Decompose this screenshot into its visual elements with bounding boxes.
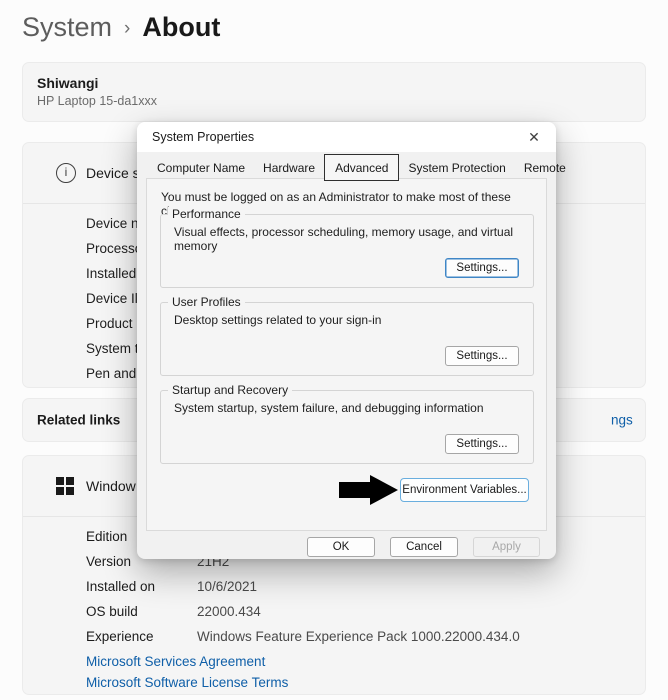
spec-row-product-id: Product — [86, 311, 142, 336]
breadcrumb-separator-icon: › — [124, 18, 130, 40]
system-properties-dialog: System Properties ✕ Computer Name Hardwa… — [137, 122, 556, 559]
experience-label: Experience — [86, 629, 197, 644]
dialog-tab-strip: Computer Name Hardware Advanced System P… — [148, 157, 575, 179]
performance-group: Performance Visual effects, processor sc… — [160, 214, 534, 288]
dialog-title: System Properties — [152, 122, 254, 152]
row-experience: Experience Windows Feature Experience Pa… — [86, 624, 626, 649]
windows-logo-icon — [56, 477, 74, 495]
info-icon: i — [56, 163, 76, 183]
related-settings-link[interactable]: ngs — [611, 413, 633, 428]
startup-recovery-settings-button[interactable]: Settings... — [445, 434, 519, 454]
breadcrumb: System › About — [22, 12, 220, 43]
device-specifications-title: Device s — [86, 165, 140, 181]
user-profiles-description: Desktop settings related to your sign-in — [174, 313, 381, 327]
user-profiles-legend: User Profiles — [168, 295, 245, 309]
device-model: HP Laptop 15-da1xxx — [37, 94, 157, 108]
user-profiles-group: User Profiles Desktop settings related t… — [160, 302, 534, 376]
cancel-button[interactable]: Cancel — [390, 537, 458, 557]
services-agreement-link[interactable]: Microsoft Services Agreement — [86, 651, 288, 672]
close-icon[interactable]: ✕ — [521, 124, 547, 150]
installed-on-label: Installed on — [86, 579, 197, 594]
startup-recovery-description: System startup, system failure, and debu… — [174, 401, 484, 415]
annotation-arrow-head-icon — [370, 475, 398, 505]
annotation-arrow-icon — [339, 482, 370, 498]
performance-settings-button[interactable]: Settings... — [445, 258, 519, 278]
breadcrumb-system[interactable]: System — [22, 12, 112, 43]
page-title: About — [142, 12, 220, 43]
installed-on-value: 10/6/2021 — [197, 579, 257, 594]
tab-remote[interactable]: Remote — [515, 156, 575, 179]
ok-button[interactable]: OK — [307, 537, 375, 557]
tab-hardware[interactable]: Hardware — [254, 156, 324, 179]
os-build-value: 22000.434 — [197, 604, 261, 619]
spec-row-system-type: System t — [86, 336, 142, 361]
spec-row-installed-ram: Installed — [86, 261, 142, 286]
row-os-build: OS build 22000.434 — [86, 599, 626, 624]
apply-button[interactable]: Apply — [473, 537, 540, 557]
device-name: Shiwangi — [37, 75, 98, 91]
experience-value: Windows Feature Experience Pack 1000.220… — [197, 629, 520, 644]
os-build-label: OS build — [86, 604, 197, 619]
related-links-label: Related links — [37, 413, 120, 428]
windows-links: Microsoft Services Agreement Microsoft S… — [86, 651, 288, 693]
row-installed-on: Installed on 10/6/2021 — [86, 574, 626, 599]
dialog-titlebar: System Properties ✕ — [137, 122, 556, 152]
environment-variables-button[interactable]: Environment Variables... — [400, 478, 529, 502]
license-terms-link[interactable]: Microsoft Software License Terms — [86, 672, 288, 693]
dialog-footer: OK Cancel Apply — [137, 537, 556, 559]
tab-computer-name[interactable]: Computer Name — [148, 156, 254, 179]
tab-system-protection[interactable]: System Protection — [399, 156, 514, 179]
performance-legend: Performance — [168, 207, 245, 221]
spec-row-pen-touch: Pen and — [86, 361, 142, 386]
windows-specifications-title: Window — [86, 478, 136, 494]
startup-recovery-legend: Startup and Recovery — [168, 383, 292, 397]
device-summary-card: Shiwangi HP Laptop 15-da1xxx — [22, 62, 646, 122]
device-spec-rows: Device n Processo Installed Device Il Pr… — [86, 211, 142, 386]
tab-advanced[interactable]: Advanced — [324, 154, 399, 181]
spec-row-device-id: Device Il — [86, 286, 142, 311]
spec-row-device-name: Device n — [86, 211, 142, 236]
user-profiles-settings-button[interactable]: Settings... — [445, 346, 519, 366]
spec-row-processor: Processo — [86, 236, 142, 261]
startup-recovery-group: Startup and Recovery System startup, sys… — [160, 390, 534, 464]
performance-description: Visual effects, processor scheduling, me… — [174, 225, 533, 253]
